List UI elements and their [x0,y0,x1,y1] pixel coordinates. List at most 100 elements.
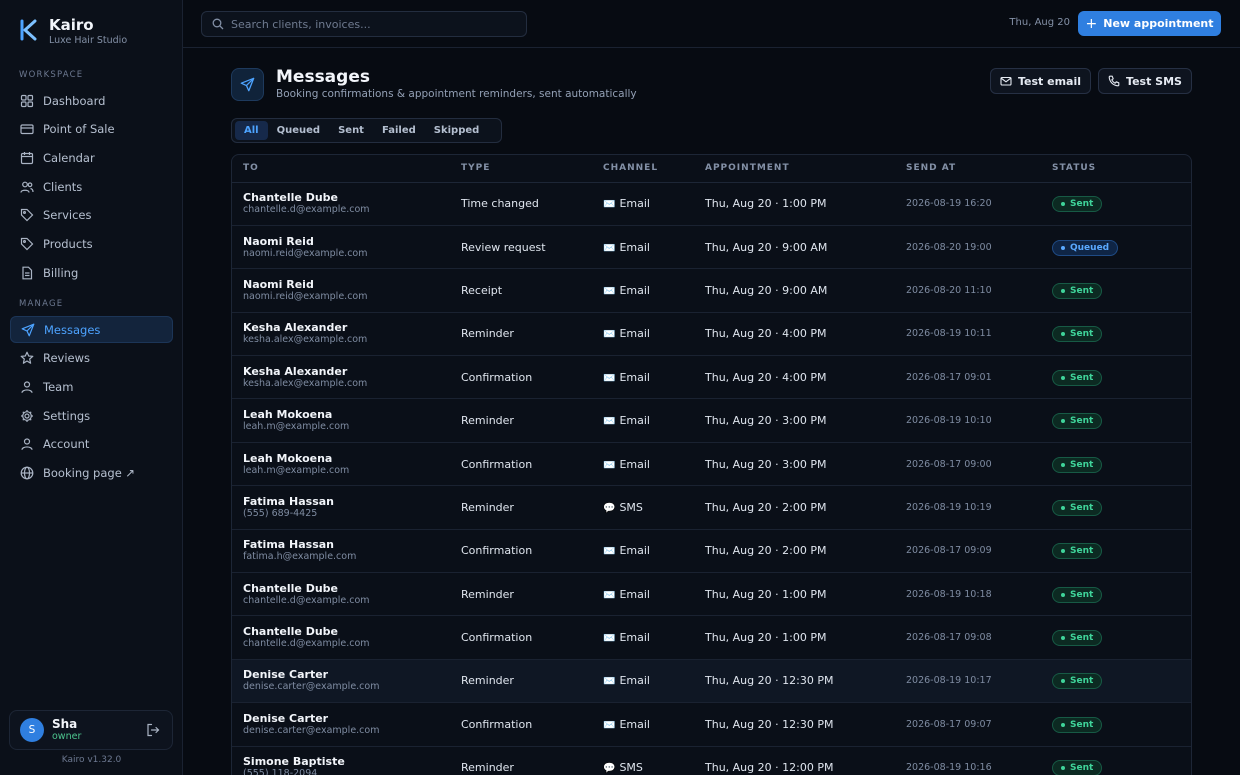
status-dot-icon [1061,636,1065,641]
mail-icon [1000,76,1012,86]
status-cell: Sent [1041,746,1191,775]
recipient-name: Chantelle Dube [243,625,339,639]
status-label: Queued [1070,242,1110,253]
sidebar-item-calendar[interactable]: Calendar [10,144,173,171]
status-badge: Sent [1052,282,1103,299]
column-header-status[interactable]: STATUS [1041,155,1191,183]
recipient-contact: naomi.reid@example.com [243,290,368,302]
sidebar-item-reviews[interactable]: Reviews [10,345,173,372]
recipient-cell: Kesha Alexander kesha.alex@example.com [232,312,450,357]
status-label: Sent [1070,329,1094,340]
table-row[interactable]: Simone Baptiste (555) 118-2094 Reminder 💬 SM… [232,746,1191,775]
message-type: Confirmation [450,355,592,400]
test-email-button[interactable]: Test email [990,68,1091,94]
appointment-time: Thu, Aug 20 · 1:00 PM [694,182,895,226]
recipient-name: Naomi Reid [243,234,314,248]
table-row[interactable]: Leah Mokoena leah.m@example.com Reminder ✉️… [232,398,1191,443]
sidebar-item-billing[interactable]: Billing [10,259,173,286]
sidebar-item-account[interactable]: Account [10,431,173,458]
users-icon [20,181,34,193]
channel-cell: 💬 SMS [592,485,694,530]
table-row[interactable]: Chantelle Dube chantelle.d@example.com Con… [232,615,1191,660]
sidebar-item-clients[interactable]: Clients [10,173,173,200]
logout-icon[interactable] [146,723,160,737]
table-row[interactable]: Naomi Reid naomi.reid@example.com Review r… [232,225,1191,270]
send-at-time: 2026-08-19 10:19 [895,485,1041,530]
sidebar-item-point-of-sale[interactable]: Point of Sale [10,116,173,143]
status-cell: Sent [1041,615,1191,660]
table-row[interactable]: Fatima Hassan (555) 689-4425 Reminder 💬 SMS T… [232,485,1191,530]
table-row[interactable]: Fatima Hassan fatima.h@example.com Confirm… [232,529,1191,574]
column-header-send-at[interactable]: SEND AT [895,155,1041,183]
table-row[interactable]: Denise Carter denise.carter@example.com Re… [232,659,1191,704]
app-version: Kairo v1.32.0 [61,755,122,765]
sidebar-item-products[interactable]: Products [10,230,173,257]
sidebar-item-label: Messages [44,322,101,337]
column-header-type[interactable]: TYPE [450,155,592,183]
new-appointment-button[interactable]: + New appointment [1078,11,1221,36]
table-row[interactable]: Kesha Alexander kesha.alex@example.com Con… [232,355,1191,400]
channel-label: Email [619,544,650,558]
sidebar-item-services[interactable]: Services [10,202,173,229]
status-dot-icon [1061,375,1065,380]
page-subtitle: Booking confirmations & appointment remi… [276,88,637,100]
status-badge: Sent [1052,456,1103,473]
recipient-name: Kesha Alexander [243,364,348,378]
filter-tab-skipped[interactable]: Skipped [425,121,489,140]
column-header-to[interactable]: TO [232,155,450,183]
speech-bubble-icon: 💬 [603,763,616,775]
send-at-time: 2026-08-17 09:07 [895,702,1041,747]
filter-tab-failed[interactable]: Failed [373,121,425,140]
sidebar-item-dashboard[interactable]: Dashboard [10,87,173,114]
test-sms-button[interactable]: Test SMS [1098,68,1192,94]
sidebar-item-label: Account [43,437,90,452]
brand[interactable]: Kairo Luxe Hair Studio [19,16,127,47]
user-name: Sha [52,717,78,731]
user-card[interactable]: S Sha owner [9,710,173,750]
send-at-time: 2026-08-17 09:00 [895,442,1041,487]
kairo-logo-icon [20,19,37,41]
user-role: owner [52,731,82,742]
brand-name: Kairo [49,16,94,34]
user-icon [21,438,33,451]
sidebar-item-messages[interactable]: Messages [10,316,173,343]
channel-cell: ✉️ Email [592,225,694,270]
filter-tab-sent[interactable]: Sent [329,121,373,140]
status-label: Sent [1070,372,1094,383]
status-dot-icon [1061,592,1065,597]
table-row[interactable]: Denise Carter denise.carter@example.com Co… [232,702,1191,747]
table-row[interactable]: Leah Mokoena leah.m@example.com Confirmati… [232,442,1191,487]
sidebar-item-label: Reviews [43,351,91,366]
test-sms-label: Test SMS [1126,74,1182,88]
send-at-time: 2026-08-19 10:17 [895,659,1041,704]
table-row[interactable]: Naomi Reid naomi.reid@example.com Receipt ✉… [232,268,1191,313]
table-row[interactable]: Kesha Alexander kesha.alex@example.com Rem… [232,312,1191,357]
appointment-time: Thu, Aug 20 · 3:00 PM [694,442,895,487]
recipient-contact: denise.carter@example.com [243,724,380,736]
status-label: Sent [1070,502,1094,513]
channel-cell: ✉️ Email [592,268,694,313]
sidebar-item-settings[interactable]: Settings [10,402,173,429]
appointment-time: Thu, Aug 20 · 12:30 PM [694,702,895,747]
card-icon [20,124,34,135]
page-title: Messages [276,67,370,87]
column-header-appointment[interactable]: APPOINTMENT [694,155,895,183]
message-type: Reminder [450,659,592,704]
table-row[interactable]: Chantelle Dube chantelle.d@example.com Rem… [232,572,1191,617]
search-box[interactable] [201,11,527,37]
recipient-name: Chantelle Dube [243,581,339,595]
column-header-channel[interactable]: CHANNEL [592,155,694,183]
sidebar-item-team[interactable]: Team [10,373,173,400]
recipient-cell: Kesha Alexander kesha.alex@example.com [232,355,450,400]
filter-tab-all[interactable]: All [235,121,268,140]
table-row[interactable]: Chantelle Dube chantelle.d@example.com Tim… [232,182,1191,226]
status-label: Sent [1070,719,1094,730]
envelope-icon: ✉️ [603,329,616,341]
recipient-cell: Fatima Hassan (555) 689-4425 [232,485,450,530]
recipient-name: Chantelle Dube [243,191,339,205]
search-input[interactable] [231,17,511,31]
filter-tab-queued[interactable]: Queued [268,121,329,140]
sidebar-item-booking-page[interactable]: Booking page ↗ [10,459,173,486]
status-dot-icon [1061,549,1065,554]
recipient-cell: Chantelle Dube chantelle.d@example.com [232,182,450,226]
